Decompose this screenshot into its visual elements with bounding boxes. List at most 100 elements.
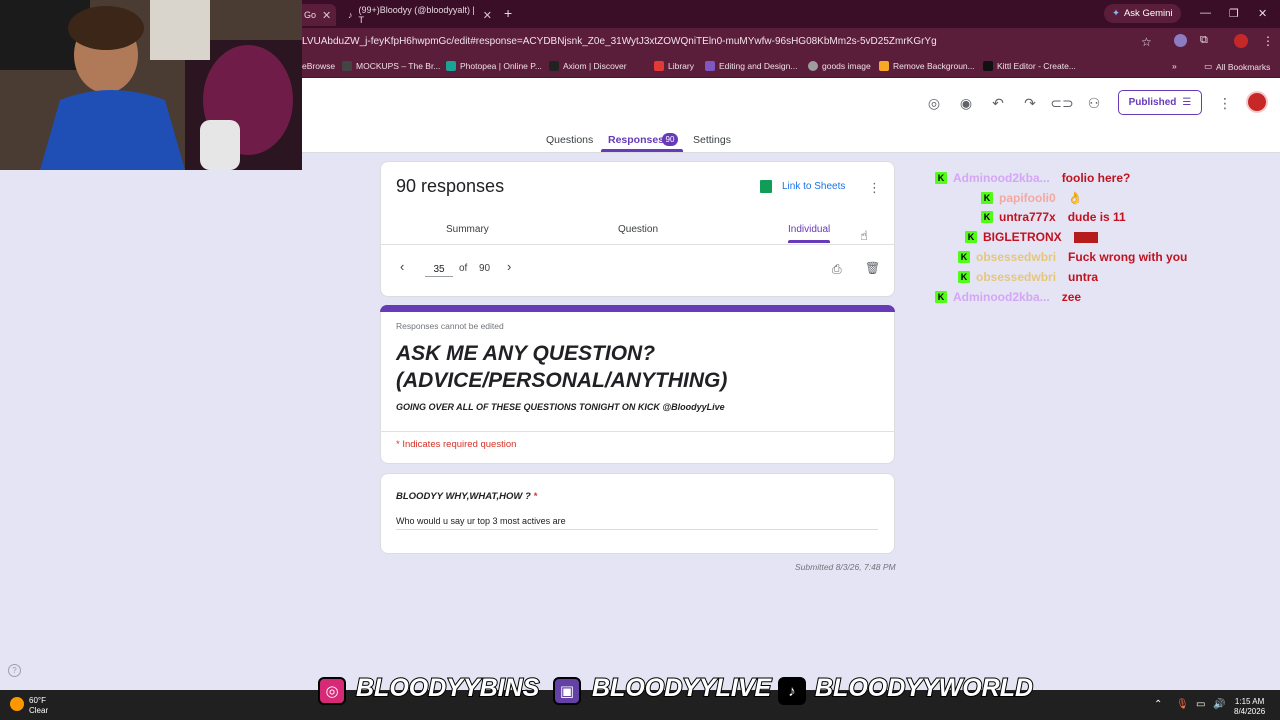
kick-badge-icon: K <box>965 231 977 243</box>
form-description: GOING OVER ALL OF THESE QUESTIONS TONIGH… <box>396 402 725 412</box>
more-options-icon[interactable]: ⋮ <box>1216 94 1234 112</box>
bookmark-item[interactable]: Remove Backgroun... <box>879 61 975 71</box>
puzzle-icon[interactable]: ⧉ <box>1200 34 1208 47</box>
bookmark-icon <box>983 61 993 71</box>
chat-username: BIGLETRONX <box>983 230 1062 244</box>
bookmark-item[interactable]: Photopea | Online P... <box>446 61 542 71</box>
responses-count-badge: 90 <box>662 133 678 146</box>
divider <box>380 431 895 432</box>
delete-icon[interactable]: 🗑 <box>865 261 880 275</box>
new-tab-icon[interactable]: + <box>504 5 512 21</box>
subtab-question[interactable]: Question <box>618 224 658 235</box>
network-icon[interactable]: ▭ <box>1196 699 1205 710</box>
ask-gemini-button[interactable]: ✦ Ask Gemini <box>1104 4 1181 23</box>
restore-icon[interactable]: ❐ <box>1229 7 1239 20</box>
kick-badge-icon: K <box>958 271 970 283</box>
bookmark-label: eBrowse <box>302 61 336 71</box>
preview-eye-icon[interactable]: ◉ <box>957 94 975 112</box>
bookmark-label: Axiom | Discover <box>563 61 627 71</box>
overlay-handle-instagram: BLOODYYBINS <box>355 673 540 703</box>
help-icon[interactable]: ? <box>8 664 21 677</box>
submitted-timestamp: Submitted 8/3/26, 7:48 PM <box>795 562 896 572</box>
bookmark-item[interactable]: Editing and Design... <box>705 61 797 71</box>
volume-icon[interactable]: 🔊 <box>1213 699 1225 710</box>
tiktok-icon: ♪ <box>778 677 806 705</box>
chat-message: K Adminood2kba... zee <box>935 290 1081 304</box>
published-button[interactable]: Published ☰ <box>1118 90 1202 115</box>
tab-settings[interactable]: Settings <box>693 134 731 146</box>
bookmark-item[interactable]: goods image <box>808 61 871 71</box>
clock-time: 1:15 AM <box>1234 697 1265 706</box>
answer-text: Who would u say ur top 3 most actives ar… <box>396 516 566 526</box>
kick-badge-icon: K <box>935 172 947 184</box>
chat-message: K papifooli0 👌 <box>981 191 1083 205</box>
tray-overflow-icon[interactable]: ⌃ <box>1154 699 1162 710</box>
chat-message: K obsessedwbri untra <box>958 270 1098 284</box>
twitch-icon: ▣ <box>553 677 581 705</box>
chat-text: Fuck wrong with you <box>1068 250 1188 264</box>
chat-text: zee <box>1061 290 1082 304</box>
close-icon[interactable]: ✕ <box>483 9 492 22</box>
bookmark-icon <box>446 61 456 71</box>
weather-icon[interactable] <box>10 697 24 711</box>
chat-text: dude is 11 <box>1067 210 1126 224</box>
browser-tab-tiktok[interactable]: ♪ (99+)Bloodyy (@bloodyyalt) | T ✕ <box>340 4 500 26</box>
bookmark-item[interactable]: MOCKUPS – The Br... <box>342 61 440 71</box>
user-avatar[interactable] <box>1246 91 1268 113</box>
profile-avatar[interactable] <box>1234 34 1248 48</box>
active-subtab-indicator <box>788 240 830 243</box>
bookmark-item[interactable]: Library <box>654 61 694 71</box>
link-icon[interactable]: ⊂⊃ <box>1050 94 1073 112</box>
ask-gemini-label: Ask Gemini <box>1123 8 1173 19</box>
response-number-input[interactable]: 35 <box>425 262 453 277</box>
browser-menu-icon[interactable]: ⋮ <box>1262 34 1274 48</box>
bookmark-icon <box>654 61 664 71</box>
kick-badge-icon: K <box>981 192 993 204</box>
bookmark-item[interactable]: Kittl Editor - Create... <box>983 61 1076 71</box>
tab-responses[interactable]: Responses <box>608 134 664 146</box>
bookmark-icon <box>879 61 889 71</box>
clock[interactable]: 1:15 AM 8/4/2026 <box>1234 697 1265 717</box>
sliders-icon: ☰ <box>1182 97 1192 108</box>
close-icon[interactable]: ✕ <box>322 9 331 22</box>
all-bookmarks[interactable]: ▭ All Bookmarks <box>1204 61 1270 72</box>
instagram-icon: ◎ <box>318 677 346 705</box>
subtab-summary[interactable]: Summary <box>446 224 489 235</box>
weather-widget[interactable]: 60°F Clear <box>29 696 48 716</box>
link-to-sheets-button[interactable]: Link to Sheets <box>760 180 845 193</box>
minimize-icon[interactable]: — <box>1200 7 1211 19</box>
previous-response-icon[interactable]: ‹ <box>400 259 404 274</box>
microphone-icon[interactable]: 🎙 <box>1176 699 1189 710</box>
star-icon[interactable]: ☆ <box>1141 35 1152 49</box>
browser-tab-google[interactable]: Go ✕ <box>296 4 336 26</box>
add-collaborator-icon[interactable]: ⚇ <box>1085 94 1103 112</box>
tab-title: Go <box>304 10 317 20</box>
url-field[interactable]: LVUAbduZW_j-feyKfpH6hwpmGc/edit#response… <box>302 36 937 47</box>
window-close-icon[interactable]: ✕ <box>1258 7 1267 20</box>
next-response-icon[interactable]: › <box>507 259 511 274</box>
responses-menu-icon[interactable]: ⋮ <box>868 180 881 196</box>
undo-icon[interactable]: ↶ <box>989 94 1007 112</box>
tiktok-icon: ♪ <box>348 10 353 20</box>
responses-count: 90 responses <box>396 176 505 196</box>
bookmark-item[interactable]: Axiom | Discover <box>549 61 627 71</box>
bookmark-icon <box>808 61 818 71</box>
published-label: Published <box>1128 97 1177 108</box>
print-icon[interactable]: ⎙ <box>832 262 842 277</box>
form-accent-bar <box>380 305 895 312</box>
redo-icon[interactable]: ↷ <box>1021 94 1039 112</box>
chat-username: Adminood2kba... <box>953 171 1050 185</box>
chat-username: papifooli0 <box>999 191 1056 205</box>
response-total: 90 <box>479 263 491 274</box>
question-text: BLOODYY WHY,WHAT,HOW ? <box>396 491 531 502</box>
bookmark-item[interactable]: eBrowse <box>302 61 335 71</box>
palette-icon[interactable]: ◎ <box>925 94 943 112</box>
required-note: * Indicates required question <box>396 439 517 450</box>
chat-username: Adminood2kba... <box>953 290 1050 304</box>
bookmarks-overflow-icon[interactable]: » <box>1172 61 1177 71</box>
subtab-individual[interactable]: Individual <box>788 224 830 235</box>
tab-questions[interactable]: Questions <box>546 134 593 146</box>
overlay-handle-tiktok: BLOODYYWORLD <box>814 673 1034 703</box>
extension-icon[interactable] <box>1174 34 1187 47</box>
bookmark-label: MOCKUPS – The Br... <box>356 61 441 71</box>
